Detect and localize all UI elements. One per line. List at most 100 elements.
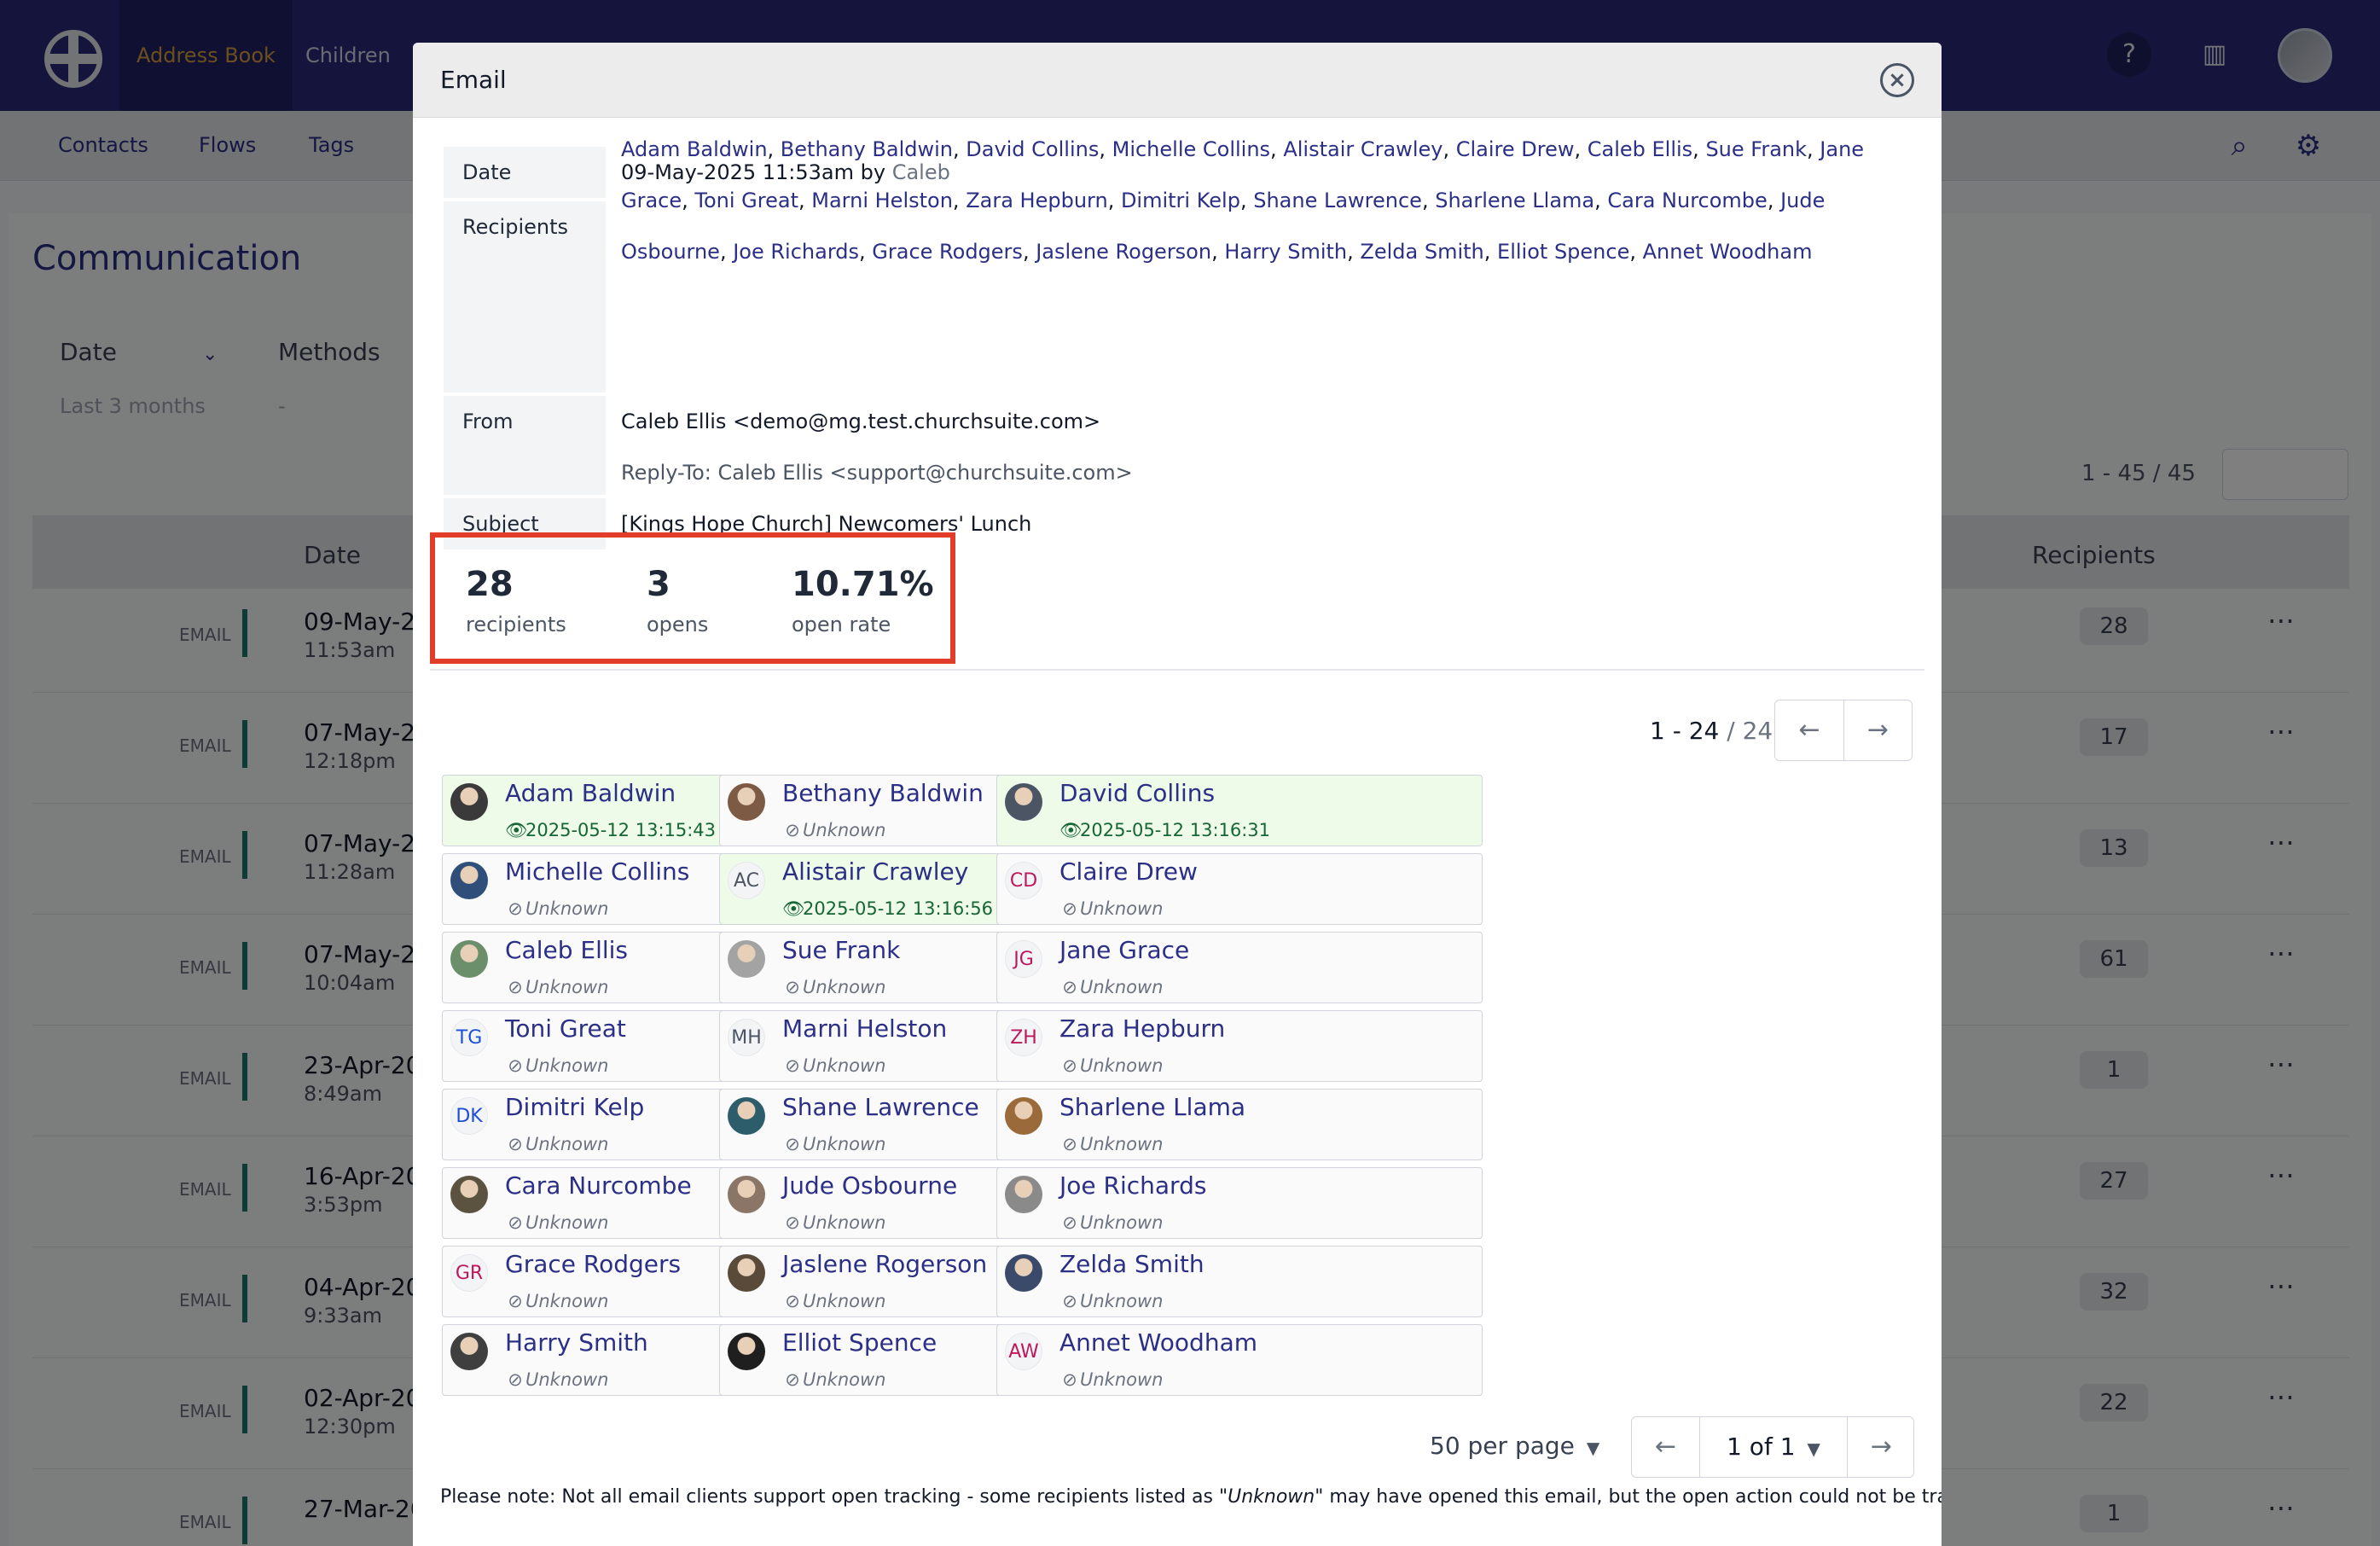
avatar-initials: GR — [450, 1254, 488, 1292]
recipient-card[interactable]: JG Jane Grace ⊘ Unknown — [996, 932, 1483, 1003]
recipient-link[interactable]: Sharlene Llama — [1435, 189, 1594, 212]
recipient-name[interactable]: Dimitri Kelp — [505, 1093, 644, 1121]
next-page-button[interactable]: → — [1847, 1417, 1915, 1477]
recipient-link[interactable]: Alistair Crawley — [1283, 137, 1443, 161]
recipient-link[interactable]: Joe Richards — [733, 240, 859, 264]
recipient-link[interactable]: Sue Frank — [1705, 137, 1807, 161]
recipient-link[interactable]: Claire Drew — [1456, 137, 1575, 161]
page-select[interactable]: 1 of 1 ▼ — [1700, 1417, 1847, 1477]
open-status: ⊘ Unknown — [782, 1134, 885, 1154]
recipient-link[interactable]: Michelle Collins — [1112, 137, 1270, 161]
recipient-link[interactable]: Toni Great — [694, 189, 798, 212]
recipient-link[interactable]: Marni Helston — [811, 189, 953, 212]
recipient-link[interactable]: Zara Hepburn — [966, 189, 1108, 212]
recipient-name[interactable]: Shane Lawrence — [782, 1093, 979, 1121]
recipient-link[interactable]: Dimitri Kelp — [1121, 189, 1240, 212]
recipient-link[interactable]: Cara Nurcombe — [1607, 189, 1767, 212]
stat-opens-label: opens — [647, 613, 709, 636]
recipient-card[interactable]: AW Annet Woodham ⊘ Unknown — [996, 1324, 1483, 1396]
recipient-name[interactable]: Marni Helston — [782, 1014, 947, 1043]
avatar-initials: CD — [1005, 862, 1042, 899]
recipient-link[interactable]: Bethany Baldwin — [781, 137, 953, 161]
meta-date-label: Date — [444, 147, 606, 198]
meta-from-label: From — [444, 396, 606, 495]
recipient-name[interactable]: Jaslene Rogerson — [782, 1250, 987, 1278]
recipient-name[interactable]: Harry Smith — [505, 1328, 648, 1357]
recipient-name[interactable]: Annet Woodham — [1059, 1328, 1257, 1357]
avatar — [728, 1254, 765, 1292]
eye-slash-icon: ⊘ — [785, 820, 800, 840]
eye-slash-icon: ⊘ — [508, 1291, 523, 1311]
recipient-card[interactable]: CD Claire Drew ⊘ Unknown — [996, 853, 1483, 925]
recipient-name[interactable]: Michelle Collins — [505, 857, 689, 886]
recipient-link[interactable]: Zelda Smith — [1360, 240, 1483, 264]
avatar — [728, 940, 765, 978]
eye-slash-icon: ⊘ — [1062, 977, 1077, 997]
eye-icon: 👁 — [1059, 820, 1083, 840]
avatar — [450, 783, 488, 821]
recipient-card[interactable]: David Collins 👁2025-05-12 13:16:31 — [996, 775, 1483, 846]
eye-slash-icon: ⊘ — [508, 1212, 523, 1233]
eye-icon: 👁 — [505, 820, 528, 840]
modal-header: Email × — [413, 43, 1942, 118]
recipient-name[interactable]: Zara Hepburn — [1059, 1014, 1225, 1043]
recipient-name[interactable]: Claire Drew — [1059, 857, 1198, 886]
recipient-name[interactable]: Grace Rodgers — [505, 1250, 681, 1278]
open-status: ⊘ Unknown — [1059, 977, 1163, 997]
open-status: ⊘ Unknown — [1059, 1134, 1163, 1154]
per-page-select[interactable]: 50 per page ▼ — [1430, 1432, 1599, 1460]
avatar — [728, 1333, 765, 1370]
recipient-link[interactable]: Grace Rodgers — [872, 240, 1023, 264]
recipient-name[interactable]: David Collins — [1059, 779, 1215, 807]
recipient-name[interactable]: Toni Great — [505, 1014, 626, 1043]
recipient-card[interactable]: Joe Richards ⊘ Unknown — [996, 1167, 1483, 1239]
avatar-initials: TG — [450, 1019, 488, 1056]
prev-page-arrow-icon[interactable]: ← — [1775, 700, 1843, 760]
recipient-name[interactable]: Elliot Spence — [782, 1328, 937, 1357]
avatar — [450, 862, 488, 899]
open-status: ⊘ Unknown — [1059, 1291, 1163, 1311]
recipient-name[interactable]: Caleb Ellis — [505, 936, 628, 964]
modal-title: Email — [440, 66, 507, 94]
recipient-link[interactable]: David Collins — [966, 137, 1099, 161]
recipient-name[interactable]: Joe Richards — [1059, 1171, 1206, 1200]
caret-down-icon: ▼ — [1807, 1438, 1820, 1459]
open-status: ⊘ Unknown — [782, 1291, 885, 1311]
recipient-card[interactable]: Zelda Smith ⊘ Unknown — [996, 1246, 1483, 1317]
recipient-link[interactable]: Jaslene Rogerson — [1036, 240, 1211, 264]
eye-slash-icon: ⊘ — [1062, 898, 1077, 919]
open-status: ⊘ Unknown — [505, 898, 608, 919]
meta-recipients-label: Recipients — [444, 201, 606, 392]
recipient-card[interactable]: ZH Zara Hepburn ⊘ Unknown — [996, 1010, 1483, 1082]
recipient-link[interactable]: Harry Smith — [1224, 240, 1347, 264]
eye-icon: 👁 — [782, 898, 805, 919]
open-status: ⊘ Unknown — [782, 1055, 885, 1076]
recipient-name[interactable]: Adam Baldwin — [505, 779, 676, 807]
recipient-name[interactable]: Alistair Crawley — [782, 857, 968, 886]
eye-slash-icon: ⊘ — [785, 1212, 800, 1233]
open-status: ⊘ Unknown — [1059, 1055, 1163, 1076]
recipients-list: Adam Baldwin, Bethany Baldwin, David Col… — [621, 137, 1865, 264]
avatar-initials: DK — [450, 1097, 488, 1135]
eye-slash-icon: ⊘ — [508, 898, 523, 919]
open-status: ⊘ Unknown — [1059, 898, 1163, 919]
avatar-initials: ZH — [1005, 1019, 1042, 1056]
recipient-name[interactable]: Sue Frank — [782, 936, 900, 964]
recipient-link[interactable]: Shane Lawrence — [1253, 189, 1422, 212]
recipient-name[interactable]: Cara Nurcombe — [505, 1171, 692, 1200]
recipient-name[interactable]: Sharlene Llama — [1059, 1093, 1245, 1121]
close-icon[interactable]: × — [1880, 63, 1914, 97]
recipient-name[interactable]: Zelda Smith — [1059, 1250, 1205, 1278]
recipient-name[interactable]: Jude Osbourne — [782, 1171, 957, 1200]
recipient-link[interactable]: Caleb Ellis — [1588, 137, 1692, 161]
recipient-link[interactable]: Adam Baldwin — [621, 137, 768, 161]
email-modal: Email × Date 09-May-2025 11:53am by Cale… — [413, 43, 1942, 1546]
next-page-arrow-icon[interactable]: → — [1843, 700, 1912, 760]
recipient-name[interactable]: Bethany Baldwin — [782, 779, 984, 807]
recipient-link[interactable]: Elliot Spence — [1497, 240, 1629, 264]
eye-slash-icon: ⊘ — [508, 1134, 523, 1154]
recipient-link[interactable]: Annet Woodham — [1643, 240, 1813, 264]
prev-page-button[interactable]: ← — [1632, 1417, 1700, 1477]
recipient-card[interactable]: Sharlene Llama ⊘ Unknown — [996, 1089, 1483, 1160]
recipient-name[interactable]: Jane Grace — [1059, 936, 1189, 964]
